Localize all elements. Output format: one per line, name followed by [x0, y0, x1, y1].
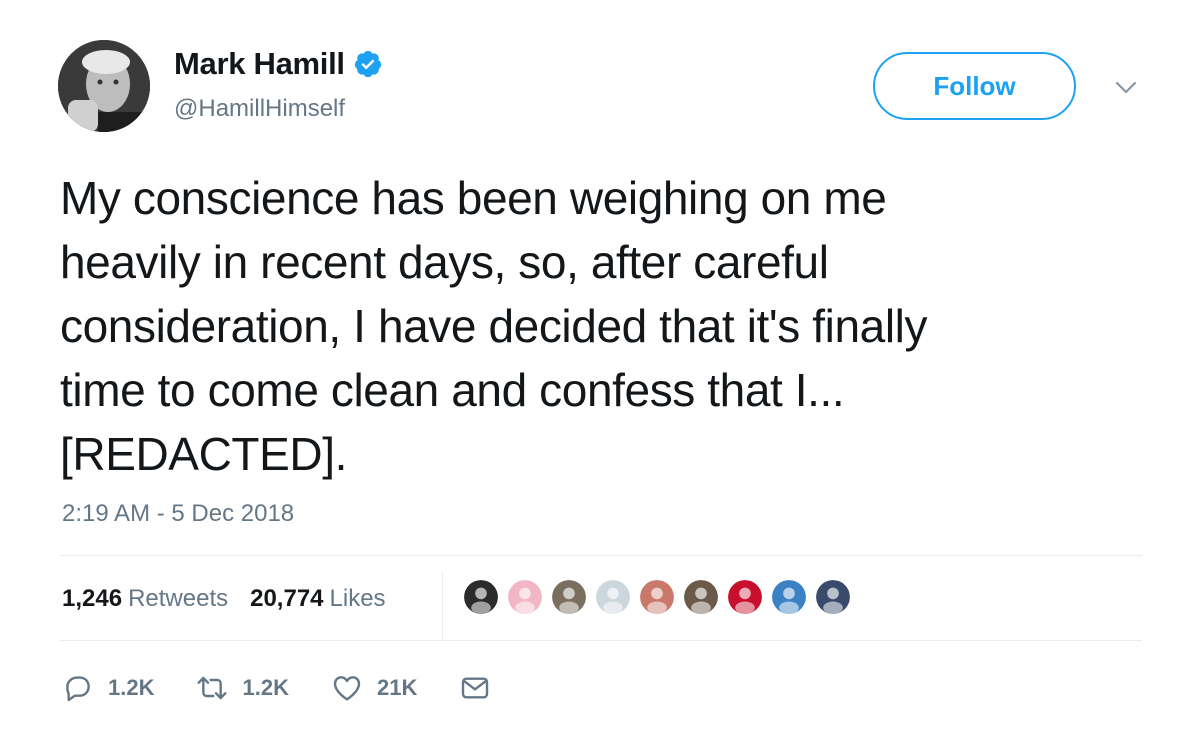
tweet-text-line: consideration, I have decided that it's …: [60, 300, 928, 352]
follow-button[interactable]: Follow: [873, 52, 1076, 120]
retweets-stat[interactable]: 1,246 Retweets: [62, 585, 228, 613]
tweet-timestamp[interactable]: 2:19 AM - 5 Dec 2018: [62, 500, 294, 528]
shark-avatar-icon: [772, 580, 806, 614]
reply-count: 1.2K: [108, 675, 155, 700]
likers-avatar-row: [462, 578, 858, 616]
chevron-down-icon[interactable]: [1114, 80, 1138, 96]
liker-avatar[interactable]: [770, 578, 808, 616]
photo-avatar-icon: [640, 580, 674, 614]
liker-avatar[interactable]: [638, 578, 676, 616]
likes-label: Likes: [329, 585, 386, 612]
tweet-text-line: time to come clean and confess that I...: [60, 364, 845, 416]
lego-avatar-icon: [728, 580, 762, 614]
retweet-button[interactable]: 1.2K: [196, 672, 289, 704]
heart-icon: [333, 676, 361, 701]
cartoon-avatar-icon: [816, 580, 850, 614]
divider: [60, 640, 1142, 641]
author-name-row: Mark Hamill: [174, 46, 383, 82]
liker-avatar[interactable]: [682, 578, 720, 616]
author-display-name[interactable]: Mark Hamill: [174, 46, 345, 82]
character-avatar-icon: [552, 580, 586, 614]
retweets-count: 1,246: [62, 585, 123, 612]
retweet-icon: [197, 676, 228, 700]
liker-avatar[interactable]: [550, 578, 588, 616]
liker-avatar[interactable]: [726, 578, 764, 616]
skull-face-avatar-icon: [464, 580, 498, 614]
tweet-text-line: heavily in recent days, so, after carefu…: [60, 236, 829, 288]
likes-stat[interactable]: 20,774 Likes: [250, 585, 385, 613]
author-handle[interactable]: @HamillHimself: [174, 95, 345, 123]
direct-message-button[interactable]: [459, 672, 491, 704]
tweet-text: My conscience has been weighing on me he…: [60, 166, 1160, 486]
envelope-icon: [462, 677, 489, 699]
photo-avatar-icon: [684, 580, 718, 614]
liker-avatar[interactable]: [594, 578, 632, 616]
like-button[interactable]: 21K: [331, 672, 417, 704]
liker-avatar[interactable]: [462, 578, 500, 616]
default-user-avatar-icon: [596, 580, 630, 614]
likes-count: 20,774: [250, 585, 324, 612]
retweet-count: 1.2K: [242, 675, 289, 700]
reply-button[interactable]: 1.2K: [62, 672, 154, 704]
liker-avatar[interactable]: [814, 578, 852, 616]
verified-badge-icon: [354, 50, 381, 78]
liker-avatar[interactable]: [506, 578, 544, 616]
cartoon-girl-avatar-icon: [508, 580, 542, 614]
reply-icon: [66, 676, 90, 702]
like-count: 21K: [376, 675, 418, 700]
retweets-label: Retweets: [128, 585, 229, 612]
user-avatar-icon: [58, 40, 150, 132]
tweet-text-line: My conscience has been weighing on me: [60, 172, 887, 224]
author-avatar[interactable]: [58, 40, 150, 132]
divider: [60, 555, 1142, 556]
tweet-text-line: [REDACTED].: [60, 428, 347, 480]
tweet-stats: 1,246 Retweets 20,774 Likes: [62, 585, 386, 613]
tweet-actions: 1.2K 1.2K 21K: [62, 672, 533, 704]
stats-separator: [442, 572, 443, 640]
